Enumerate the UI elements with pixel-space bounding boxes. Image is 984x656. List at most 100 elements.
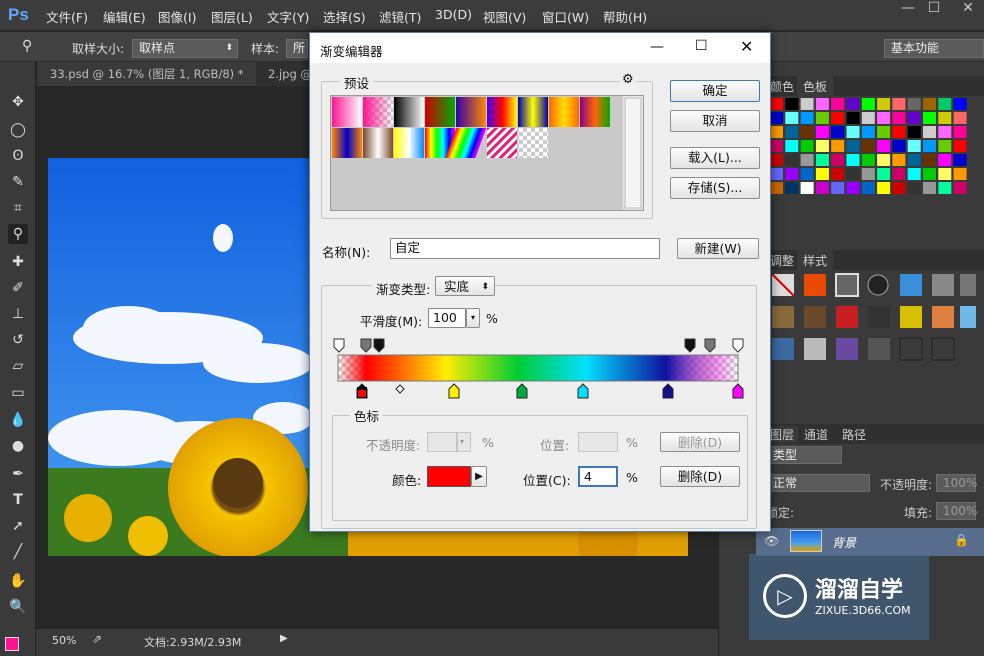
load-button[interactable]: 载入(L)... xyxy=(670,147,760,169)
marquee-tool-icon[interactable]: ◯ xyxy=(8,120,28,140)
swatch-cell xyxy=(785,98,799,110)
swatch-cell xyxy=(815,168,829,180)
foreground-color-swatch[interactable] xyxy=(5,637,19,651)
eraser-tool-icon[interactable]: ▱ xyxy=(8,356,28,376)
cancel-button[interactable]: 取消 xyxy=(670,110,760,132)
brush-tool-icon[interactable]: ✐ xyxy=(8,278,28,298)
minimize-icon[interactable]: — xyxy=(896,0,920,20)
maximize-icon[interactable]: ☐ xyxy=(922,0,946,20)
tab-channels[interactable]: 通道 xyxy=(804,426,828,443)
swatch-cell xyxy=(770,182,783,194)
preset-swatches xyxy=(332,96,643,210)
tab-styles[interactable]: 样式 xyxy=(797,250,834,271)
stop-color-swatch[interactable] xyxy=(427,466,471,487)
layer-name[interactable]: 背景 xyxy=(832,534,856,551)
swatch-cell xyxy=(877,154,891,166)
new-button[interactable]: 新建(W) xyxy=(677,238,759,259)
gradient-tool-icon[interactable]: ▭ xyxy=(8,383,28,403)
stamp-tool-icon[interactable]: ⊥ xyxy=(8,304,28,324)
dialog-minimize-icon[interactable]: — xyxy=(650,39,664,55)
status-bar xyxy=(36,628,718,656)
swatch-cell xyxy=(831,182,845,194)
type-tool-icon[interactable]: T xyxy=(8,490,28,510)
smoothness-dropdown-icon[interactable]: ▾ xyxy=(466,308,480,328)
swatch-cell xyxy=(846,126,860,138)
layer-kind-filter[interactable]: 类型 xyxy=(766,446,842,464)
menu-help[interactable]: 帮助(H) xyxy=(603,7,647,26)
swatch-cell xyxy=(815,112,829,124)
menu-edit[interactable]: 编辑(E) xyxy=(103,7,146,26)
visibility-eye-icon[interactable]: 👁 xyxy=(764,534,779,548)
tab-33-psd[interactable]: 33.psd @ 16.7% (图层 1, RGB/8) * xyxy=(38,62,256,86)
menu-window[interactable]: 窗口(W) xyxy=(542,7,589,26)
eyedropper-icon[interactable]: ⚲ xyxy=(22,38,32,54)
dodge-tool-icon[interactable]: ● xyxy=(8,436,28,456)
menu-view[interactable]: 视图(V) xyxy=(483,7,526,26)
status-menu-arrow-icon[interactable]: ▶ xyxy=(280,633,288,644)
swatch-cell xyxy=(800,168,814,180)
blur-tool-icon[interactable]: 💧 xyxy=(8,410,28,430)
menu-layer[interactable]: 图层(L) xyxy=(211,7,253,26)
zoom-tool-icon[interactable]: 🔍 xyxy=(8,597,28,617)
lasso-tool-icon[interactable]: ʘ xyxy=(8,146,28,166)
fill-field[interactable]: 100% xyxy=(936,502,977,520)
workspace-select[interactable]: 基本功能 xyxy=(884,39,984,58)
menu-filter[interactable]: 滤镜(T) xyxy=(379,7,421,26)
sample-select[interactable]: 所 xyxy=(286,39,308,58)
swatch-cell xyxy=(892,98,906,110)
layer-opacity-field[interactable]: 100% xyxy=(936,474,977,492)
quick-select-tool-icon[interactable]: ✎ xyxy=(8,172,28,192)
ok-button[interactable]: 确定 xyxy=(670,80,760,102)
swatches-grid[interactable] xyxy=(770,98,970,198)
line-tool-icon[interactable]: ╱ xyxy=(8,542,28,562)
color-menu-arrow-icon[interactable]: ▶ xyxy=(471,466,487,487)
name-field[interactable]: 自定 xyxy=(390,238,660,259)
eyedropper-tool-icon[interactable]: ⚲ xyxy=(8,224,28,244)
pen-tool-icon[interactable]: ✒ xyxy=(8,464,28,484)
tab-swatches[interactable]: 色板 xyxy=(797,76,834,97)
healing-tool-icon[interactable]: ✚ xyxy=(8,252,28,272)
swatch-cell xyxy=(923,98,936,110)
swatch-cell xyxy=(907,182,921,194)
menu-image[interactable]: 图像(I) xyxy=(158,7,196,26)
history-brush-tool-icon[interactable]: ↺ xyxy=(8,330,28,350)
menu-select[interactable]: 选择(S) xyxy=(323,7,366,26)
color-location-field[interactable]: 4 xyxy=(578,466,618,487)
swatch-cell xyxy=(892,140,906,152)
menu-type[interactable]: 文字(Y) xyxy=(267,7,309,26)
close-icon[interactable]: ✕ xyxy=(956,0,980,20)
tab-2-jpg[interactable]: 2.jpg @ xyxy=(256,62,316,86)
zoom-level[interactable]: 50% xyxy=(52,634,76,647)
delete-color-stop-button[interactable]: 删除(D) xyxy=(660,466,740,487)
gradient-type-select[interactable]: 实底 ⬍ xyxy=(435,276,495,296)
menu-3d[interactable]: 3D(D) xyxy=(435,7,472,22)
save-button[interactable]: 存储(S)... xyxy=(670,177,760,199)
menu-file[interactable]: 文件(F) xyxy=(46,7,88,26)
path-select-tool-icon[interactable]: ➚ xyxy=(8,516,28,536)
smoothness-field[interactable]: 100 xyxy=(428,308,466,328)
tab-adjustments[interactable]: 调整 xyxy=(770,252,794,269)
export-icon[interactable]: ⇗ xyxy=(92,632,102,646)
hand-tool-icon[interactable]: ✋ xyxy=(8,571,28,591)
dialog-maximize-icon[interactable]: ☐ xyxy=(695,38,708,54)
swatch-cell xyxy=(953,154,967,166)
swatch-cell xyxy=(907,168,921,180)
swatch-cell xyxy=(953,168,967,180)
presets-menu-gear-icon[interactable]: ⚙ xyxy=(620,72,636,87)
gradient-bar-area[interactable] xyxy=(330,335,750,399)
blend-mode-select[interactable]: 正常 xyxy=(766,474,870,492)
tab-color[interactable]: 颜色 xyxy=(770,78,794,95)
presets-label: 预设 xyxy=(340,73,374,92)
move-tool-icon[interactable]: ✥ xyxy=(8,92,28,112)
swatch-cell xyxy=(923,168,936,180)
tab-paths[interactable]: 路径 xyxy=(842,426,866,443)
swatch-cells xyxy=(770,98,967,194)
crop-tool-icon[interactable]: ⌗ xyxy=(8,198,28,218)
dialog-close-icon[interactable]: ✕ xyxy=(740,37,753,56)
presets-list[interactable] xyxy=(330,95,644,211)
swatch-cell xyxy=(770,112,783,124)
swatch-cell xyxy=(785,126,799,138)
sample-size-select[interactable]: 取样点 ⬍ xyxy=(132,39,238,58)
styles-grid[interactable] xyxy=(764,272,978,362)
swatch-cell xyxy=(770,126,783,138)
